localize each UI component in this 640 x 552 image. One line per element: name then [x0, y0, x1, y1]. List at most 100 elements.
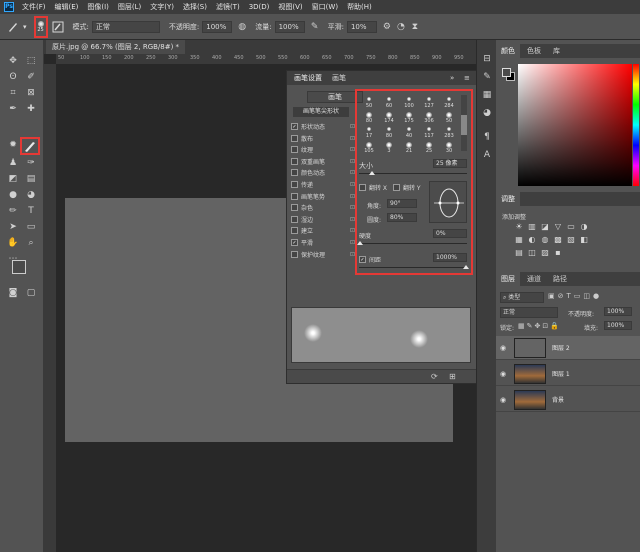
eye-icon[interactable]: ◉ [496, 344, 510, 352]
brush-option-checkbox[interactable] [291, 181, 298, 188]
brush-option-checkbox[interactable] [291, 204, 298, 212]
menu-window[interactable]: 窗口(W) [312, 2, 338, 12]
tab-color[interactable]: 颜色 [496, 44, 520, 58]
brush-tip-swatch[interactable] [427, 127, 431, 131]
brush-tip-swatch[interactable] [407, 97, 411, 101]
layer-name[interactable]: 背景 [552, 395, 564, 404]
menu-view[interactable]: 视图(V) [278, 2, 302, 12]
tab-libraries[interactable]: 库 [548, 44, 565, 58]
adjustment-icon[interactable]: ◧ [579, 235, 589, 244]
adjustment-icon[interactable]: ▩ [553, 235, 563, 244]
adjustment-icon[interactable]: ▥ [527, 222, 537, 231]
layer-row[interactable]: ◉ 图层 1 [496, 362, 640, 386]
tab-paths[interactable]: 路径 [548, 272, 572, 286]
eye-icon[interactable]: ◉ [496, 396, 510, 404]
foreground-color-swatch[interactable] [12, 260, 26, 274]
brush-tip-swatch[interactable] [447, 97, 451, 101]
brush-tip-grid[interactable]: 50 60 100 127 284 80 174 175 306 50 17 80 40 117 283 10… [359, 93, 459, 154]
tip-grid-scroll-thumb[interactable] [461, 115, 467, 135]
blur-tool-icon[interactable]: ● [6, 188, 20, 202]
hardness-slider-thumb[interactable] [357, 241, 363, 245]
layer-name[interactable]: 图层 2 [552, 343, 570, 352]
flip-y-checkbox[interactable] [393, 184, 400, 191]
adjustment-icon[interactable]: ▭ [566, 222, 576, 231]
brush-option-checkbox[interactable] [291, 157, 298, 165]
pen-tool-icon[interactable]: ✏ [6, 204, 20, 218]
adjustment-icon[interactable]: ☀ [514, 222, 524, 231]
brush-option-row[interactable]: 颜色动态 ⊡ [291, 167, 355, 178]
eye-icon[interactable]: ◉ [496, 370, 510, 378]
brush-option-row[interactable]: ✓ 平滑 ⊡ [291, 237, 355, 248]
brush-option-checkbox[interactable] [291, 146, 298, 154]
adjustment-icon[interactable]: ◐ [527, 235, 537, 244]
tab-brush-settings[interactable]: 画笔设置 [289, 71, 327, 85]
symmetry-icon[interactable]: ⧗ [408, 20, 422, 34]
panel-menu-icon[interactable]: ≡ [459, 71, 475, 85]
document-tab[interactable]: 原片.jpg @ 66.7% (图层 2, RGB/8#) * [46, 40, 186, 54]
menu-layer[interactable]: 图层(L) [118, 2, 141, 12]
adjustment-icon[interactable]: ◑ [579, 222, 589, 231]
size-slider-thumb[interactable] [369, 171, 375, 175]
brush-option-row[interactable]: ✓ 形状动态 ⊡ [291, 121, 355, 132]
brush-tip-swatch[interactable] [367, 127, 371, 131]
layer-opacity-input[interactable]: 100% [604, 307, 632, 316]
pressure-opacity-icon[interactable]: ◍ [235, 20, 249, 34]
adjustment-icon[interactable]: ◫ [527, 248, 537, 257]
adjustment-icon[interactable]: ▪ [553, 248, 563, 257]
fill-input[interactable]: 100% [604, 321, 632, 330]
hue-slider[interactable] [633, 64, 639, 186]
clone-source-icon[interactable]: ◕ [480, 106, 494, 120]
gear-icon[interactable]: ⚙ [380, 20, 394, 34]
smoothing-input[interactable]: 10% [346, 20, 377, 33]
gradient-tool-icon[interactable]: ▤ [24, 172, 38, 186]
menu-3d[interactable]: 3D(D) [249, 3, 270, 11]
layer-filter-select[interactable]: ⌕ 类型 [500, 292, 544, 303]
angle-roundness-widget[interactable] [429, 181, 467, 223]
brush-option-checkbox[interactable] [291, 250, 298, 258]
pressure-size-icon[interactable]: ◔ [394, 20, 408, 34]
brush-option-checkbox[interactable]: ✓ [291, 123, 298, 130]
adjustment-icon[interactable]: ▨ [540, 248, 550, 257]
adjustment-icon[interactable]: ▦ [514, 235, 524, 244]
tab-brushes[interactable]: 画笔 [327, 71, 351, 85]
adjustment-icon[interactable]: ▧ [566, 235, 576, 244]
brush-option-row[interactable]: 传递 ⊡ [291, 179, 355, 190]
tab-adjustments[interactable]: 调整 [496, 192, 520, 206]
brush-option-row[interactable]: 湿边 ⊡ [291, 214, 355, 225]
move-tool-icon[interactable]: ✥ [6, 54, 20, 68]
brush-option-row[interactable]: 建立 ⊡ [291, 225, 355, 236]
healing-brush-icon[interactable]: ✹ [6, 138, 20, 152]
zoom-tool-icon[interactable]: ⌕ [24, 236, 38, 250]
character-icon[interactable]: A [480, 148, 494, 162]
blend-mode-select[interactable]: 正常 [500, 307, 558, 318]
airbrush-icon[interactable]: ✎ [308, 20, 322, 34]
menu-select[interactable]: 选择(S) [183, 2, 207, 12]
size-input[interactable]: 25 像素 [433, 159, 467, 168]
brush-option-checkbox[interactable] [291, 169, 298, 177]
mode-select[interactable]: 正常 [91, 20, 160, 33]
screen-mode-icon[interactable]: ▢ [24, 286, 38, 300]
color-picker-field[interactable] [518, 64, 632, 186]
brush-option-row[interactable]: 保护纹理 ⊡ [291, 249, 355, 260]
clone-stamp-icon[interactable]: ♟ [6, 156, 20, 170]
brush-panel-icon[interactable]: ✎ [480, 70, 494, 84]
menu-file[interactable]: 文件(F) [22, 2, 46, 12]
brush-option-row[interactable]: 纹理 ⊡ [291, 144, 355, 155]
menu-help[interactable]: 帮助(H) [347, 2, 372, 12]
brush-settings-icon[interactable]: ▦ [480, 88, 494, 102]
spacing-slider-thumb[interactable] [463, 265, 469, 269]
tab-layers[interactable]: 图层 [496, 272, 520, 286]
hand-tool-icon[interactable]: ✋ [6, 236, 20, 250]
flip-y-toggle[interactable]: 翻转 Y [393, 183, 421, 192]
brush-option-checkbox[interactable] [291, 227, 298, 235]
adjustment-icon[interactable]: ◪ [540, 222, 550, 231]
layer-row[interactable]: ◉ 图层 2 [496, 336, 640, 360]
frame-tool-icon[interactable]: ⊠ [24, 86, 38, 100]
marquee-tool-icon[interactable]: ⬚ [24, 54, 38, 68]
crop-tool-icon[interactable]: ⌗ [6, 86, 20, 100]
tab-swatches[interactable]: 色板 [522, 44, 546, 58]
lock-icons[interactable]: ▦✎✥⊡🔒 [518, 322, 561, 330]
quick-mask-icon[interactable]: ◙ [6, 286, 20, 300]
angle-input[interactable]: 90° [387, 199, 417, 208]
brush-option-row[interactable]: 画笔笔势 ⊡ [291, 191, 355, 202]
